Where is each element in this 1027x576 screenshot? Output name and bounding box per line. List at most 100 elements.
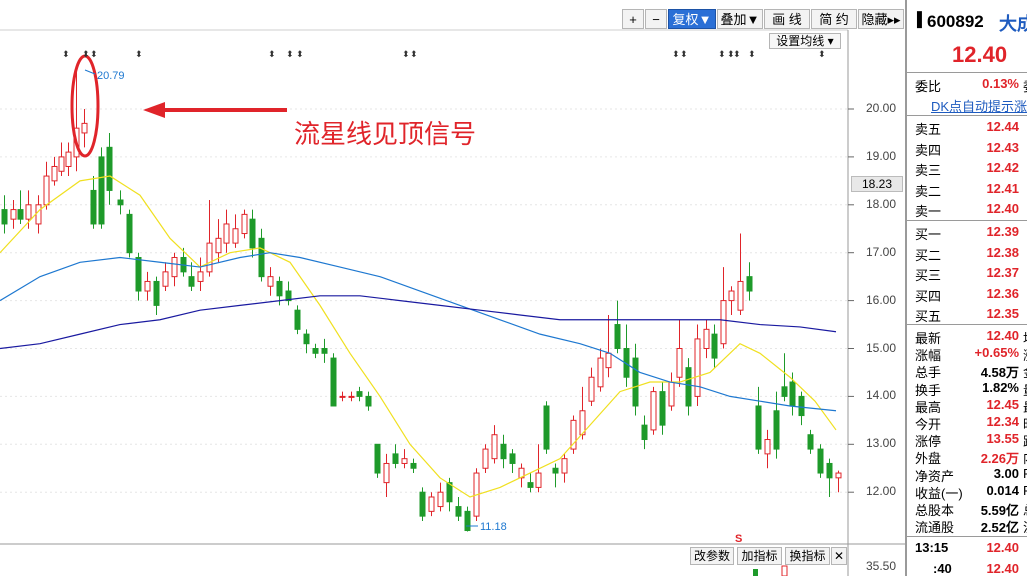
candle-body [552,467,559,474]
candle-body [798,395,805,417]
stat-row: 收益(一) 0.014 PE [915,483,1027,501]
candle-body [588,376,595,402]
stat-row-value: 2.52亿 [980,520,1019,536]
candle-body [419,491,426,517]
candle-body [764,439,771,455]
candle-body [509,453,516,464]
sell-row: 卖四 12.43 [915,139,1027,158]
sort-icon[interactable]: ▐ [912,11,922,27]
candle-body [491,434,498,460]
candle-body [339,395,346,398]
ma-setting-dropdown[interactable]: 设置均线 ▾ [769,33,841,49]
event-marker-icon: ⬍ [733,50,741,60]
hide-label: 隐藏 [861,12,888,27]
overlay-label: 叠加 [720,12,747,27]
stat-row-value: 4.58万 [980,365,1019,381]
candle-body [98,156,105,225]
event-marker-icon: ⬍ [402,50,410,60]
current-price-tag: 18.23 [851,176,903,192]
candle-body [826,462,833,479]
candle-body [303,333,310,345]
event-marker-icon: ⬍ [718,50,726,60]
candle-body [58,156,65,172]
buy-row-label: 买一 [915,227,942,242]
price-axis-label: 17.00 [866,244,897,259]
stat-row: 涨幅 +0.65%涨 [915,345,1027,363]
sell-row-label: 卖三 [915,163,942,178]
stat-row-extra: 总 [1023,500,1027,519]
zoom-out-button[interactable]: − [645,9,667,29]
event-marker-icon: ⬍ [90,50,98,60]
stat-row-label: 外盘 [915,451,942,467]
candle-body [835,472,842,479]
event-marker-icon: ⬍ [296,50,304,60]
stat-row-extra: 昨 [1023,414,1027,433]
change-indicator-button[interactable]: 换指标 [785,547,830,565]
stat-row-value: 5.59亿 [980,503,1019,518]
buy-row-label: 买二 [915,247,942,263]
high-price-label: 20.79 [97,70,125,82]
candle-body [428,496,435,512]
kline-chart[interactable]: 20.7911.18⬍ ⬍ ⬍ ⬍ ⬍ ⬍ ⬍ ⬍ ⬍ ⬍ ⬍ ⬍ ⬍⬍ ⬍ ⬍S [0,0,905,576]
candle-body [10,209,17,220]
overlay-button[interactable]: 叠加▼ [717,9,763,29]
event-marker-icon: ⬍ [680,50,688,60]
stock-code: 600892 [927,12,984,31]
close-icon[interactable]: ✕ [831,547,847,565]
event-marker-icon: ⬍ [818,50,826,60]
stat-row-value: 1.82% [982,379,1019,395]
volume-axis-label: 35.50 [866,559,897,573]
price-axis-label: 20.00 [866,101,897,115]
candle-body [65,151,72,167]
candle-body [632,357,639,407]
buy-row-value: 12.35 [986,306,1019,321]
dk-link[interactable]: DK点自动提示涨 [931,96,1027,115]
candle-body [728,290,735,302]
candle-body [135,256,142,292]
candle-body [676,348,683,378]
candle-body [43,175,50,206]
candle-body [685,367,692,407]
ma5-line [0,175,837,498]
add-indicator-button[interactable]: 加指标 [737,547,782,565]
sell-row-label: 卖一 [915,204,942,219]
candle-body [789,381,796,407]
stat-row: 今开 12.34 昨 [915,414,1027,433]
chevron-down-icon: ▼ [698,12,712,27]
stat-row-extra: 均 [1023,328,1027,347]
candle-body [258,237,265,278]
volume-bar [781,565,788,576]
candle-body [312,348,319,354]
simple-mode-button[interactable]: 简 约 [811,9,857,29]
sell-row-value: 12.43 [986,139,1019,155]
stat-row-extra: 量 [1023,380,1027,399]
price-axis-label: 12.00 [866,484,897,499]
candle-body [401,458,408,464]
tick-time: :40 [933,561,952,576]
tick-price: 12.40 [986,561,1019,576]
stat-row-value: 12.45 [986,396,1019,412]
sell-row-value: 12.44 [986,119,1019,134]
sell-row: 卖二 12.41 [915,181,1027,199]
candle-body [223,223,230,244]
stat-row-label: 流通股 [915,520,955,536]
draw-line-button[interactable]: 画 线 [764,9,810,29]
candle-body [703,328,710,349]
stat-row-label: 最新 [915,331,942,346]
edit-params-button[interactable]: 改参数 [690,547,734,565]
candle-body [614,324,621,349]
price-axis-label: 14.00 [866,388,897,403]
buy-row-value: 12.37 [986,265,1019,280]
candle-body [711,333,718,359]
candle-body [35,204,42,225]
chevron-down-icon: ▾ [827,34,834,48]
zoom-in-button[interactable]: + [622,9,644,29]
stat-row-extra: 最 [1023,397,1027,416]
candle-body [543,405,550,450]
candle-body [348,395,355,398]
annotation-arrow-head [143,102,165,118]
kline-chart-area[interactable]: 20.79 11.18 ⬍ ⬍ ⬍ ⬍ ⬍ ⬍ ⬍ ⬍ ⬍ ⬍ ⬍ ⬍ ⬍ ⬍ ⬍ ⬍ S + − 复权▼ 叠加▼ … [0,0,905,576]
hide-button[interactable]: 隐藏▸▸ [858,9,904,29]
candle-body [215,237,222,254]
fuquan-button[interactable]: 复权▼ [668,9,716,29]
